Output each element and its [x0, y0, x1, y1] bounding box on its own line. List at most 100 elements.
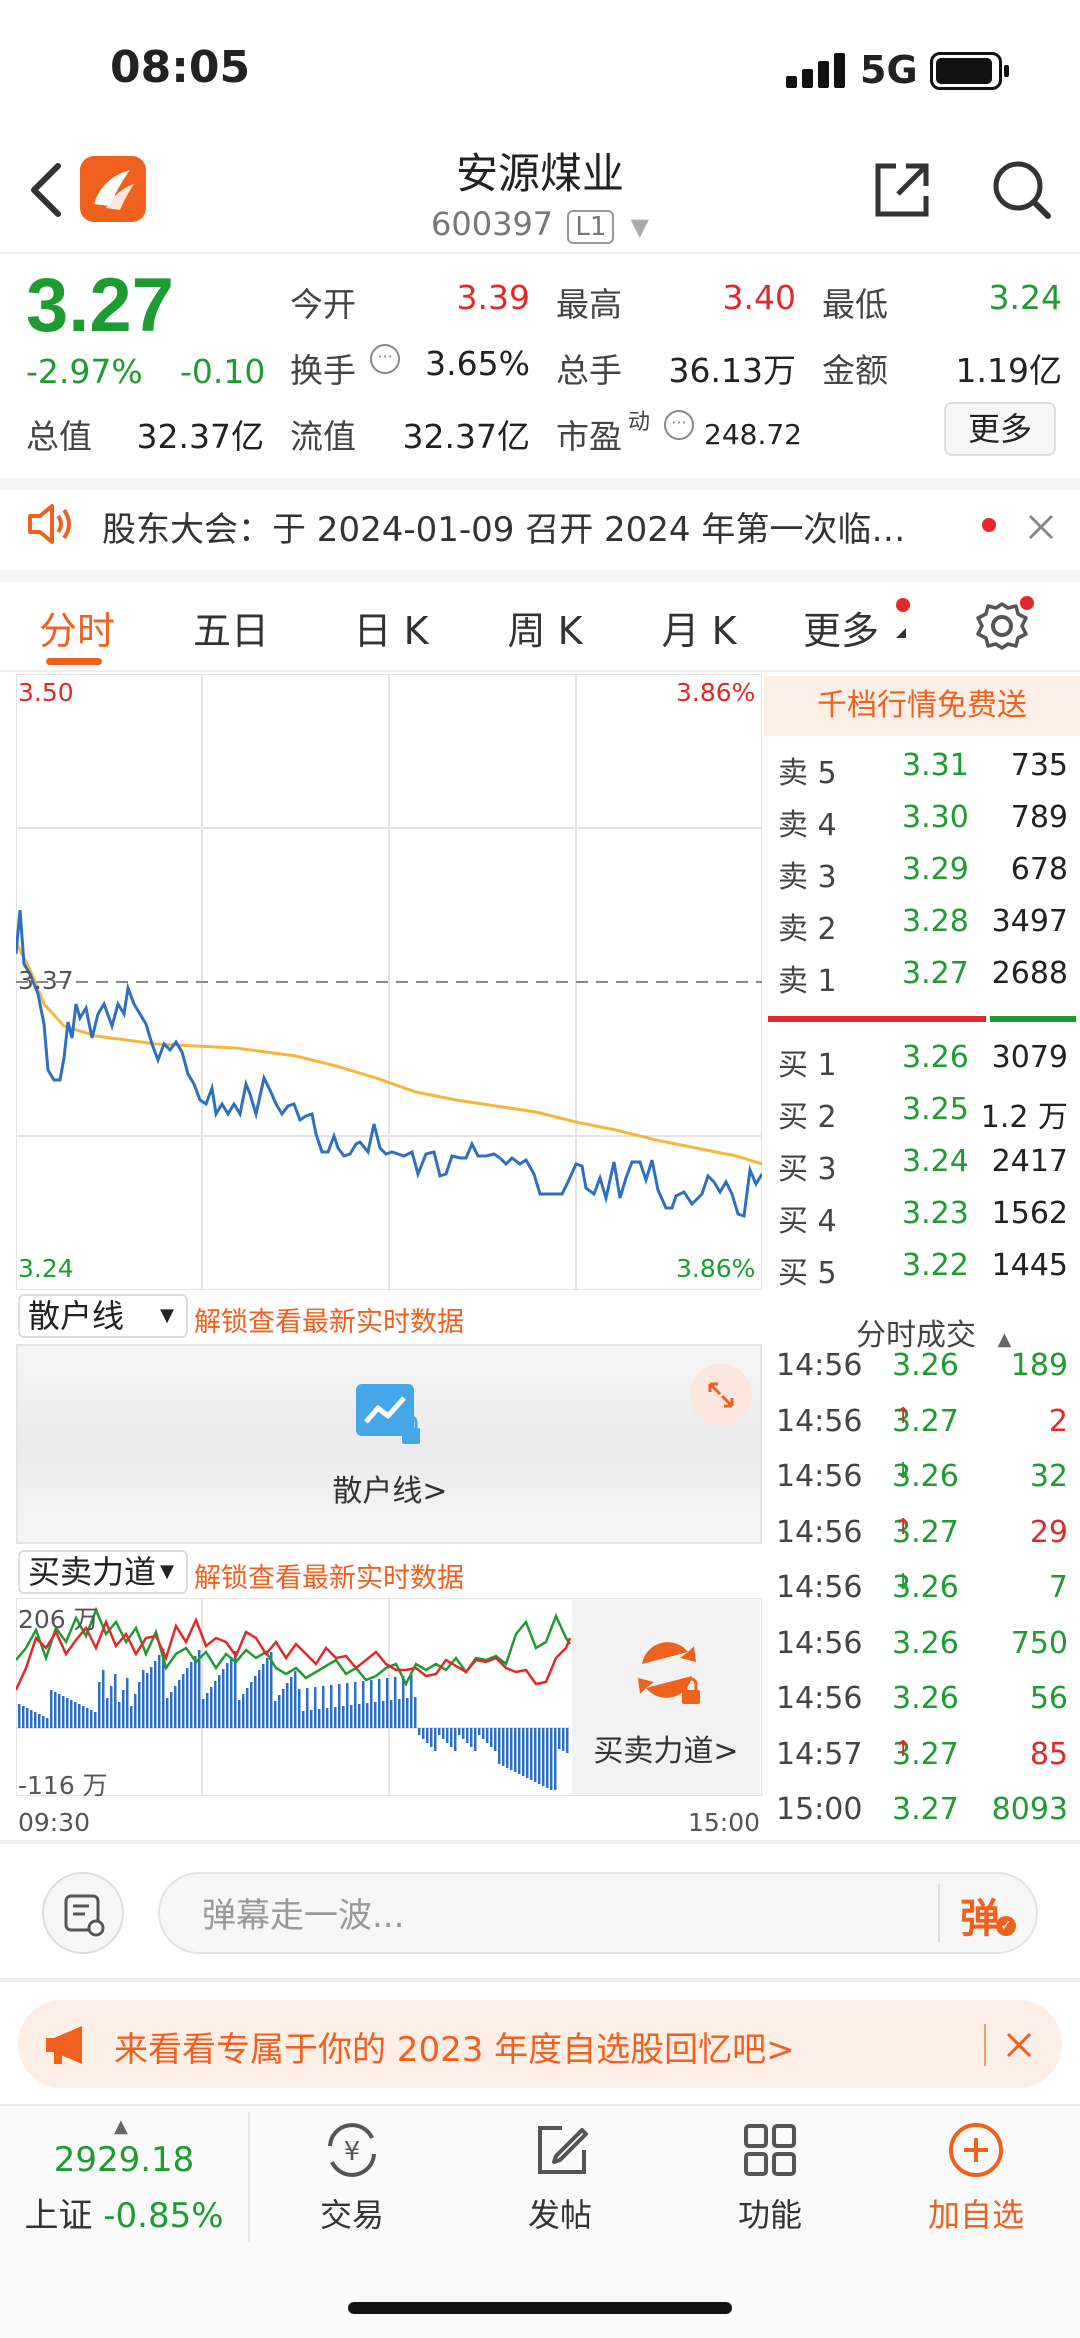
promo-text[interactable]: 来看看专属于你的 2023 年度自选股回忆吧>: [114, 2022, 795, 2071]
ask-bid-ratio-bar: [768, 1016, 1076, 1022]
notice-text[interactable]: 股东大会：于 2024-01-09 召开 2024 年第一次临…: [102, 502, 905, 551]
power-bar: [94, 1712, 97, 1728]
sub-indicator-select-1[interactable]: 散户线 ▼: [18, 1294, 188, 1338]
high-label: 最高: [556, 285, 622, 324]
power-bar: [22, 1706, 25, 1728]
yen-exchange-icon[interactable]: ¥: [320, 2120, 384, 2180]
power-bar: [278, 1695, 281, 1728]
power-bar: [258, 1670, 261, 1728]
tick-arrow: ↓: [894, 1459, 913, 1484]
power-bar: [410, 1675, 413, 1728]
tick-time: 14:56: [776, 1625, 863, 1661]
home-indicator[interactable]: [348, 2302, 732, 2314]
pe-info-icon[interactable]: ···: [664, 410, 694, 440]
ask-row: 卖 3 3.29 678: [778, 852, 1068, 895]
tab-monthly-k[interactable]: 月 K: [654, 600, 744, 655]
edit-icon[interactable]: [532, 2120, 592, 2180]
search-icon[interactable]: [990, 158, 1054, 222]
section-divider: [0, 570, 1080, 582]
power-bar: [66, 1698, 69, 1728]
close-icon[interactable]: [1004, 2030, 1034, 2060]
tab-active-indicator: [46, 658, 102, 665]
section-divider: [0, 1840, 1080, 1844]
exchange-lock-icon[interactable]: [630, 1634, 706, 1710]
power-bar: [18, 1704, 21, 1728]
ask-row: 卖 1 3.27 2688: [778, 956, 1068, 999]
tick-arrow: ↑: [894, 1514, 913, 1540]
power-bar: [206, 1693, 209, 1728]
nav-post[interactable]: 发帖: [480, 2190, 640, 2236]
power-bar: [194, 1656, 197, 1728]
chevron-down-icon: ▼: [160, 1305, 174, 1326]
power-bar: [74, 1702, 77, 1728]
power-bar: [430, 1728, 433, 1747]
power-bar: [390, 1700, 393, 1728]
sub1-unlock-text[interactable]: 解锁查看最新实时数据: [194, 1300, 464, 1339]
tick-arrow: ↑: [894, 1403, 913, 1429]
network-type: 5G: [860, 48, 918, 92]
danmu-placeholder: 弹幕走一波...: [202, 1896, 405, 1936]
sub2-unlock-button[interactable]: 买卖力道>: [576, 1726, 756, 1770]
power-bar: [374, 1702, 377, 1728]
tab-intraday[interactable]: 分时: [34, 600, 120, 655]
index-widget[interactable]: ▲ 2929.18 上证 -0.85%: [0, 2116, 248, 2246]
turnover-value: 3.65%: [425, 344, 530, 383]
power-bar: [474, 1728, 477, 1751]
sub1-unlock-button[interactable]: 散户线>: [300, 1466, 480, 1510]
power-bar: [150, 1667, 153, 1728]
chart-lock-icon[interactable]: [352, 1380, 424, 1452]
tick-row: 14:56 3.26 750: [776, 1625, 1068, 1661]
pe-label: 市盈: [556, 417, 622, 456]
power-bar: [450, 1728, 453, 1747]
tab-weekly-k[interactable]: 周 K: [500, 600, 590, 655]
tab-five-day[interactable]: 五日: [186, 600, 276, 655]
power-bar: [418, 1728, 421, 1735]
power-bar: [294, 1671, 297, 1728]
power-bar: [34, 1712, 37, 1728]
index-line: 上证 -0.85%: [0, 2188, 248, 2237]
sub-indicator-select-2[interactable]: 买卖力道 ▼: [18, 1550, 188, 1594]
float-cap-value: 32.37亿: [402, 417, 530, 456]
grid-icon[interactable]: [740, 2120, 800, 2180]
chart-bottom-pct: 3.86%: [676, 1254, 756, 1283]
close-icon[interactable]: [1026, 512, 1056, 542]
expand-icon[interactable]: [690, 1364, 752, 1426]
power-bar: [186, 1668, 189, 1728]
intraday-chart[interactable]: [16, 674, 762, 1290]
danmu-settings-icon[interactable]: [42, 1872, 124, 1954]
nav-functions[interactable]: 功能: [690, 2190, 850, 2236]
nav-divider: [248, 2112, 250, 2242]
nav-add-watchlist[interactable]: 加自选: [896, 2190, 1056, 2236]
danmu-send-button[interactable]: 弹 ✓: [960, 1886, 1020, 1942]
tab-daily-k[interactable]: 日 K: [346, 600, 436, 655]
nav-trade[interactable]: 交易: [272, 2190, 432, 2236]
sub2-unlock-text[interactable]: 解锁查看最新实时数据: [194, 1556, 464, 1595]
power-bar: [282, 1689, 285, 1728]
battery-icon: [930, 52, 1010, 90]
plus-circle-icon[interactable]: [946, 2120, 1006, 2180]
power-bar: [482, 1728, 485, 1739]
power-bar: [218, 1675, 221, 1728]
chart-end-time: 15:00: [688, 1808, 761, 1837]
power-bar: [190, 1662, 193, 1728]
tabs-divider: [0, 670, 1080, 672]
market-cap-label: 总值: [26, 417, 92, 456]
tick-row: 14:56 3.26 189: [776, 1348, 1068, 1383]
power-bar: [174, 1686, 177, 1728]
tick-row: 14:56 3.27 ↑ 2: [776, 1403, 1068, 1439]
settings-icon[interactable]: [976, 596, 1034, 652]
status-time: 08:05: [110, 42, 251, 93]
chevron-down-icon[interactable]: ▼: [631, 213, 649, 241]
power-bar: [110, 1686, 113, 1728]
power-bar: [166, 1698, 169, 1728]
tick-row: 14:56 3.26 ↓ 32: [776, 1459, 1068, 1494]
order-book-promo[interactable]: 千档行情免费送: [764, 676, 1080, 736]
power-bar: [346, 1683, 349, 1728]
power-bar: [42, 1716, 45, 1728]
more-quote-button[interactable]: 更多: [944, 402, 1056, 456]
power-bar: [522, 1728, 525, 1776]
turnover-info-icon[interactable]: ···: [370, 344, 400, 374]
share-icon[interactable]: [870, 158, 934, 222]
power-bar: [138, 1682, 141, 1728]
tab-more[interactable]: 更多: [796, 600, 886, 655]
